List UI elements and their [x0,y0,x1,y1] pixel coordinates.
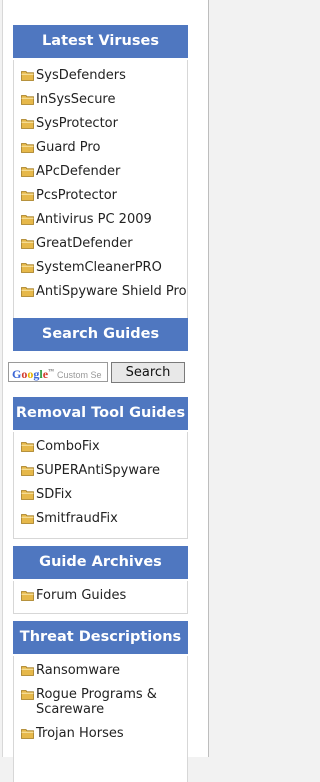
latest-viruses-box: SysDefenders InSysSecure SysProtector Guard… [13,60,188,333]
list-item-label: SysDefenders [36,68,126,83]
list-item-label: Rogue Programs & Scareware [36,687,157,717]
list-item-virus[interactable]: InSysSecure [14,92,187,107]
search-guides-header: Search Guides [13,318,188,353]
latest-viruses-header: Latest Viruses [13,25,188,60]
search-button[interactable]: Search [111,362,185,383]
removal-tools-list: ComboFix SUPERAntiSpyware SDFix SmitfraudFi… [14,432,187,526]
folder-icon [21,287,34,297]
list-item-virus[interactable]: Guard Pro [14,140,187,155]
list-item-virus[interactable]: SysProtector [14,116,187,131]
list-item-label: ComboFix [36,439,100,454]
folder-icon [21,239,34,249]
list-item-threat[interactable]: Rogue Programs & Scareware [14,687,187,717]
list-item-virus[interactable]: APcDefender [14,164,187,179]
list-item-threat[interactable]: Trojan Horses [14,726,187,741]
list-item-label: SysProtector [36,116,118,131]
list-item-tool[interactable]: SUPERAntiSpyware [14,463,187,478]
list-item-threat[interactable]: Ransomware [14,663,187,678]
list-item-label: AntiSpyware Shield Pro [36,284,187,299]
folder-icon [21,95,34,105]
list-item-label: GreatDefender [36,236,133,251]
list-item-label: APcDefender [36,164,121,179]
search-placeholder: Custom Se [57,370,102,380]
search-row: Google™ Custom Se Search [8,362,185,386]
folder-icon [21,71,34,81]
threat-descriptions-list: Ransomware Rogue Programs & Scareware Troj… [14,656,187,741]
removal-tools-header: Removal Tool Guides [13,397,188,432]
removal-tools-box: ComboFix SUPERAntiSpyware SDFix SmitfraudFi… [13,432,188,539]
list-item-label: SDFix [36,487,73,502]
list-item-label: Antivirus PC 2009 [36,212,152,227]
google-logo: Google™ [12,367,55,381]
folder-icon [21,666,34,676]
folder-icon [21,119,34,129]
guide-archives-header: Guide Archives [13,546,188,581]
list-item-virus[interactable]: Antivirus PC 2009 [14,212,187,227]
folder-icon [21,690,34,700]
list-item-virus[interactable]: AntiSpyware Shield Pro [14,284,187,299]
latest-viruses-section: Latest Viruses SysDefenders InSysSecure Sy… [13,25,188,333]
search-input[interactable]: Google™ Custom Se [8,362,108,382]
list-item-archive[interactable]: Forum Guides [14,588,187,603]
guide-archives-box: Forum Guides [13,581,188,614]
list-item-label: Guard Pro [36,140,101,155]
folder-icon [21,191,34,201]
list-item-virus[interactable]: SystemCleanerPRO [14,260,187,275]
list-item-label: PcsProtector [36,188,118,203]
list-item-label: Forum Guides [36,588,127,603]
sidebar: Latest Viruses SysDefenders InSysSecure Sy… [2,0,209,782]
list-item-virus[interactable]: GreatDefender [14,236,187,251]
list-item-label: SmitfraudFix [36,511,118,526]
list-item-tool[interactable]: SmitfraudFix [14,511,187,526]
guide-archives-section: Guide Archives Forum Guides [13,546,188,614]
folder-icon [21,215,34,225]
list-item-label: InSysSecure [36,92,116,107]
list-item-virus[interactable]: SysDefenders [14,68,187,83]
folder-icon [21,729,34,739]
search-guides-section: Search Guides [13,318,188,353]
removal-tools-section: Removal Tool Guides ComboFix SUPERAntiSpy… [13,397,188,539]
list-item-virus[interactable]: PcsProtector [14,188,187,203]
folder-icon [21,263,34,273]
list-item-tool[interactable]: ComboFix [14,439,187,454]
folder-icon [21,591,34,601]
threat-descriptions-header: Threat Descriptions [13,621,188,656]
folder-icon [21,143,34,153]
list-item-tool[interactable]: SDFix [14,487,187,502]
list-item-label: Ransomware [36,663,120,678]
threat-descriptions-box: Ransomware Rogue Programs & Scareware Troj… [13,656,188,782]
folder-icon [21,167,34,177]
folder-icon [21,442,34,452]
folder-icon [21,490,34,500]
latest-viruses-list: SysDefenders InSysSecure SysProtector Guard… [14,60,187,299]
list-item-label: SUPERAntiSpyware [36,463,161,478]
list-item-label: Trojan Horses [36,726,124,741]
list-item-label: SystemCleanerPRO [36,260,162,275]
folder-icon [21,514,34,524]
threat-descriptions-section: Threat Descriptions Ransomware Rogue Prog… [13,621,188,782]
folder-icon [21,466,34,476]
guide-archives-list: Forum Guides [14,581,187,603]
